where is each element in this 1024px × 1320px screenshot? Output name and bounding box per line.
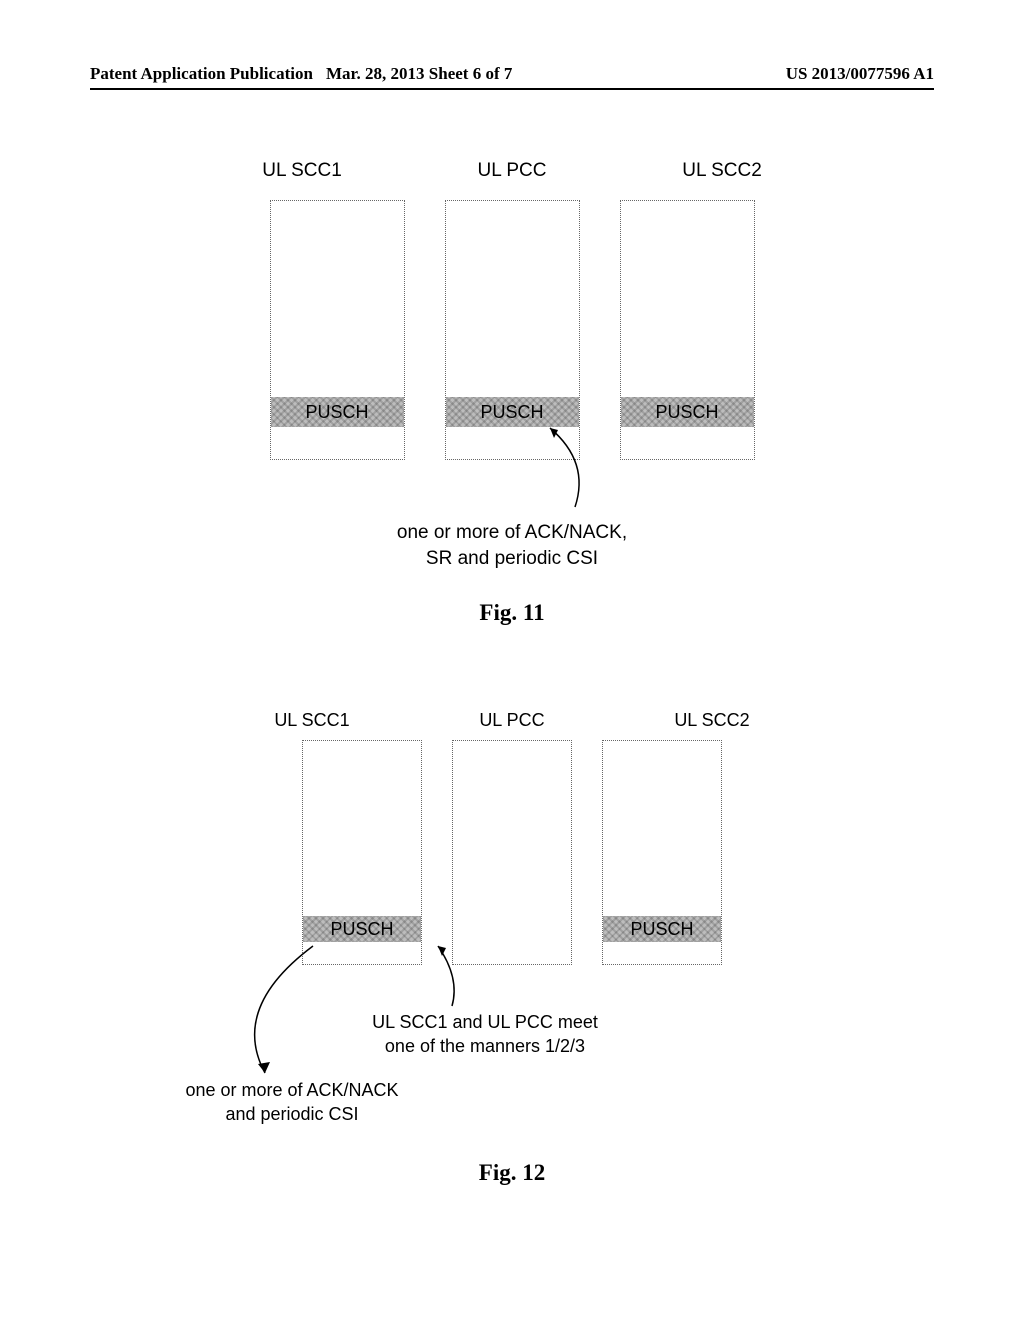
fig12-callout2-line2: and periodic CSI: [162, 1102, 422, 1126]
header-rule: [90, 88, 934, 90]
fig12-carrier-labels: UL SCC1 UL PCC UL SCC2: [0, 710, 1024, 731]
fig11-label-scc2: UL SCC2: [662, 160, 782, 182]
fig11-diagram: PUSCH PUSCH PUSCH: [0, 200, 1024, 460]
fig12-label-scc1: UL SCC1: [257, 710, 367, 731]
fig12-callout2-text: one or more of ACK/NACK and periodic CSI: [162, 1078, 422, 1127]
fig11-label-pcc: UL PCC: [452, 160, 572, 182]
fig12-callout2-line1: one or more of ACK/NACK: [162, 1078, 422, 1102]
fig11-box-scc2: PUSCH: [620, 200, 755, 460]
fig11-box-pcc: PUSCH: [445, 200, 580, 460]
header-mid: Mar. 28, 2013 Sheet 6 of 7: [326, 64, 512, 84]
fig12-callout1-line1: UL SCC1 and UL PCC meet: [355, 1010, 615, 1034]
fig12-box-scc2: PUSCH: [602, 740, 722, 965]
header-right: US 2013/0077596 A1: [786, 64, 934, 84]
fig12-pusch-scc2: PUSCH: [603, 916, 721, 942]
fig11-pusch-scc1: PUSCH: [271, 397, 404, 427]
header-left: Patent Application Publication: [90, 64, 313, 84]
fig11-box-scc1: PUSCH: [270, 200, 405, 460]
fig11-caption: Fig. 11: [0, 600, 1024, 626]
page-header: Patent Application Publication Mar. 28, …: [0, 64, 1024, 84]
fig12-callout1-text: UL SCC1 and UL PCC meet one of the manne…: [355, 1010, 615, 1059]
fig11-callout-text: one or more of ACK/NACK, SR and periodic…: [0, 520, 1024, 571]
fig12-box-pcc: [452, 740, 572, 965]
fig11-callout-line2: SR and periodic CSI: [0, 546, 1024, 572]
fig11-carrier-labels: UL SCC1 UL PCC UL SCC2: [0, 160, 1024, 182]
fig12-label-scc2: UL SCC2: [657, 710, 767, 731]
fig12-label-pcc: UL PCC: [457, 710, 567, 731]
fig11-callout-line1: one or more of ACK/NACK,: [0, 520, 1024, 546]
fig11-callout-arrow: [540, 422, 600, 512]
fig11-label-scc1: UL SCC1: [242, 160, 362, 182]
fig12-diagram: PUSCH PUSCH: [0, 740, 1024, 965]
fig12-box-scc1: PUSCH: [302, 740, 422, 965]
fig11-pusch-scc2: PUSCH: [621, 397, 754, 427]
fig12-caption: Fig. 12: [0, 1160, 1024, 1186]
fig12-callout1-line2: one of the manners 1/2/3: [355, 1034, 615, 1058]
